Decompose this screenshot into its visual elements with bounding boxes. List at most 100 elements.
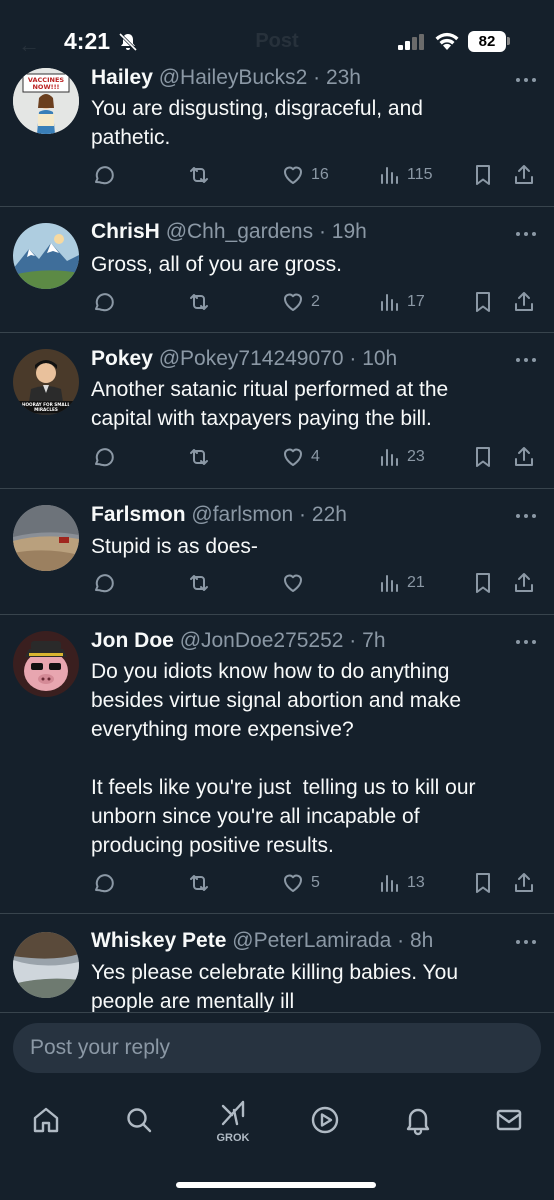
avatar[interactable] — [13, 223, 79, 289]
views-button[interactable]: 21 — [377, 569, 425, 597]
share-button[interactable] — [512, 443, 536, 471]
bookmark-button[interactable] — [471, 161, 495, 189]
view-count: 17 — [407, 293, 425, 310]
comment-icon — [95, 166, 114, 185]
status-bar: ← Post 4:21 82 — [0, 0, 554, 70]
action-bar: 21 — [91, 569, 541, 597]
nav-home[interactable] — [26, 1100, 66, 1140]
avatar[interactable]: HOORAY FOR SMALL MIRACLES — [13, 349, 79, 415]
post-time[interactable]: 10h — [362, 347, 397, 370]
status-time: 4:21 — [64, 28, 111, 54]
heart-icon — [284, 574, 302, 592]
bookmark-button[interactable] — [471, 288, 495, 316]
action-bar: 5 13 — [91, 869, 541, 897]
avatar[interactable] — [13, 631, 79, 697]
views-icon — [381, 167, 398, 184]
reply-item[interactable]: Jon Doe @JonDoe275252 · 7h Do you idiots… — [0, 615, 554, 914]
reply-button[interactable] — [91, 869, 121, 897]
post-time[interactable]: 7h — [362, 629, 385, 652]
more-options-icon[interactable] — [514, 77, 538, 83]
more-options-icon[interactable] — [514, 939, 538, 945]
share-icon — [515, 292, 533, 311]
avatar[interactable] — [13, 932, 79, 998]
reply-button[interactable] — [91, 161, 121, 189]
nav-video[interactable] — [305, 1100, 345, 1140]
repost-button[interactable] — [187, 443, 217, 471]
post-time[interactable]: 22h — [312, 503, 347, 526]
bookmark-icon — [476, 873, 490, 893]
reply-button[interactable] — [91, 288, 121, 316]
author-handle[interactable]: @JonDoe275252 — [180, 629, 344, 652]
avatar[interactable] — [13, 505, 79, 571]
repost-button[interactable] — [187, 569, 217, 597]
bookmark-button[interactable] — [471, 443, 495, 471]
repost-button[interactable] — [187, 161, 217, 189]
post-time[interactable]: 8h — [410, 929, 433, 952]
share-button[interactable] — [512, 569, 536, 597]
video-icon — [311, 1106, 339, 1134]
like-button[interactable]: 4 — [281, 443, 320, 471]
like-count: 16 — [311, 166, 329, 183]
share-button[interactable] — [512, 288, 536, 316]
reply-button[interactable] — [91, 569, 121, 597]
reply-item[interactable]: ChrisH @Chh_gardens · 19h Gross, all of … — [0, 207, 554, 333]
reply-item[interactable]: HOORAY FOR SMALL MIRACLES Pokey @Pokey71… — [0, 333, 554, 489]
share-button[interactable] — [512, 869, 536, 897]
more-options-icon[interactable] — [514, 357, 538, 363]
battery-tip — [507, 37, 510, 45]
author-name[interactable]: ChrisH — [91, 220, 160, 243]
more-options-icon[interactable] — [514, 513, 538, 519]
reply-feed[interactable]: VACCINES NOW!!! Hailey @HaileyBucks2 · 2… — [0, 0, 554, 1012]
reply-text: Gross, all of you are gross. — [91, 253, 342, 276]
author-name[interactable]: Pokey — [91, 347, 153, 370]
repost-icon — [190, 294, 208, 310]
heart-icon — [284, 874, 302, 892]
author-handle[interactable]: @Pokey714249070 — [159, 347, 344, 370]
author-handle[interactable]: @Chh_gardens — [166, 220, 313, 243]
repost-button[interactable] — [187, 869, 217, 897]
views-button[interactable]: 115 — [377, 161, 433, 189]
share-button[interactable] — [512, 161, 536, 189]
bookmark-button[interactable] — [471, 869, 495, 897]
avatar[interactable]: VACCINES NOW!!! — [13, 68, 79, 134]
views-button[interactable]: 13 — [377, 869, 425, 897]
like-button[interactable] — [281, 569, 311, 597]
views-icon — [381, 875, 398, 892]
author-name[interactable]: Farlsmon — [91, 503, 186, 526]
bottom-nav: GROK — [0, 1082, 554, 1200]
reply-input[interactable] — [13, 1023, 541, 1073]
reply-item[interactable]: Farlsmon @farlsmon · 22h Stupid is as do… — [0, 489, 554, 615]
views-button[interactable]: 23 — [377, 443, 425, 471]
views-button[interactable]: 17 — [377, 288, 425, 316]
nav-search[interactable] — [119, 1100, 159, 1140]
author-handle[interactable]: @farlsmon — [191, 503, 293, 526]
like-count: 5 — [311, 874, 320, 891]
repost-icon — [190, 449, 208, 465]
search-icon — [127, 1108, 152, 1133]
more-options-icon[interactable] — [514, 231, 538, 237]
like-button[interactable]: 16 — [281, 161, 329, 189]
reply-item[interactable]: Whiskey Pete @PeterLamirada · 8h Yes ple… — [0, 914, 554, 1012]
more-options-icon[interactable] — [514, 639, 538, 645]
author-name[interactable]: Whiskey Pete — [91, 929, 226, 952]
reply-text: Stupid is as does- — [91, 535, 258, 558]
author-name[interactable]: Jon Doe — [91, 629, 174, 652]
nav-grok[interactable] — [213, 1094, 253, 1134]
author-handle[interactable]: @PeterLamirada — [232, 929, 391, 952]
reply-text: Do you idiots know how to do anything be… — [91, 660, 476, 857]
home-indicator[interactable] — [176, 1182, 376, 1188]
reply-button[interactable] — [91, 443, 121, 471]
share-icon — [515, 873, 533, 892]
nav-notifications[interactable] — [398, 1100, 438, 1140]
like-button[interactable]: 2 — [281, 288, 320, 316]
bookmark-button[interactable] — [471, 569, 495, 597]
heart-icon — [284, 166, 302, 184]
repost-icon — [190, 167, 208, 183]
reply-header: Farlsmon @farlsmon · 22h — [91, 503, 347, 526]
like-button[interactable]: 5 — [281, 869, 320, 897]
views-icon — [381, 294, 398, 311]
nav-messages[interactable] — [489, 1100, 529, 1140]
repost-button[interactable] — [187, 288, 217, 316]
comment-icon — [95, 293, 114, 312]
post-time[interactable]: 19h — [332, 220, 367, 243]
